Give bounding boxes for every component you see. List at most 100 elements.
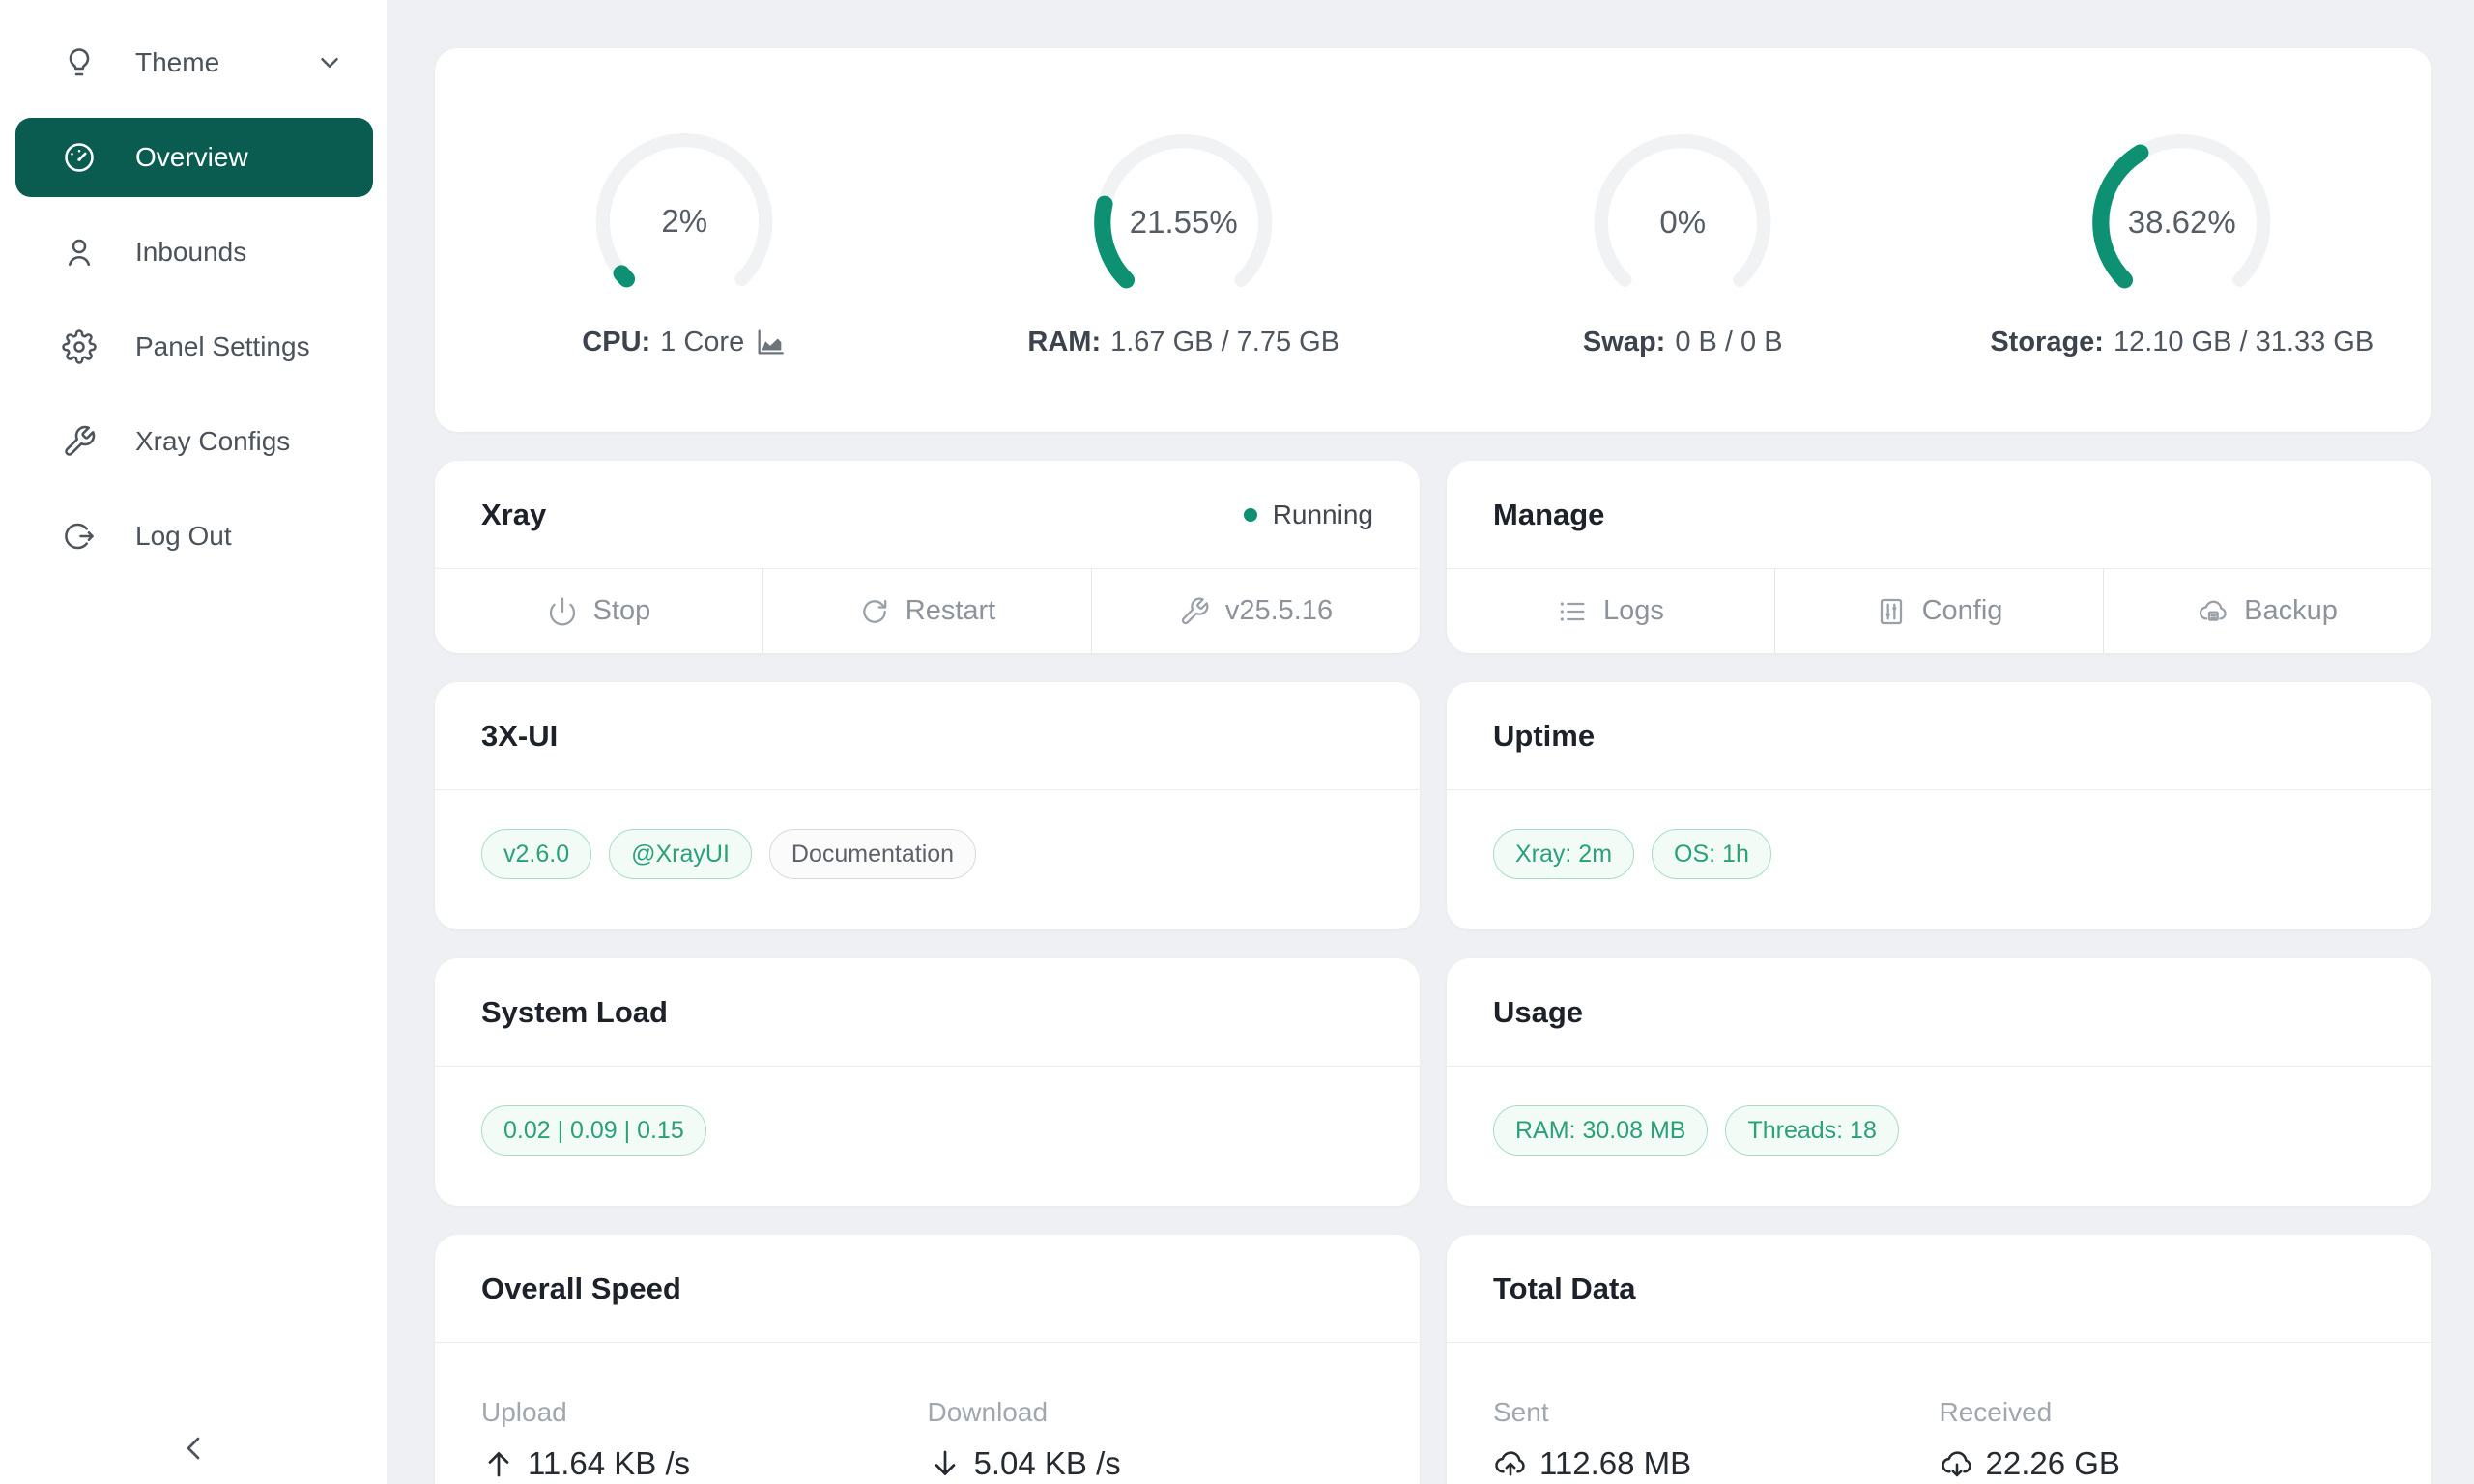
backup-button[interactable]: Backup	[2103, 569, 2431, 653]
manage-actions: Logs Config	[1447, 569, 2431, 653]
xui-tags: v2.6.0 @XrayUI Documentation	[435, 790, 1420, 929]
total-data-header: Total Data	[1447, 1235, 2431, 1343]
xray-card-title: Xray	[481, 498, 546, 532]
storage-percent: 38.62%	[2071, 204, 2293, 241]
download-value: 5.04 KB /s	[928, 1445, 1374, 1482]
xray-version-button[interactable]: v25.5.16	[1091, 569, 1420, 653]
overall-speed-title: Overall Speed	[481, 1271, 681, 1306]
manage-card-header: Manage	[1447, 461, 2431, 569]
running-status-dot	[1244, 508, 1257, 522]
sidebar-nav: Theme Overview	[0, 23, 387, 576]
sidebar-item-label: Panel Settings	[135, 331, 310, 362]
sliders-icon	[1876, 596, 1907, 627]
sidebar-item-xray-configs[interactable]: Xray Configs	[15, 402, 373, 481]
swap-gauge-arc: 0%	[1571, 123, 1794, 315]
sidebar-item-label: Overview	[135, 142, 248, 173]
version-tag[interactable]: v2.6.0	[481, 829, 591, 879]
ram-percent: 21.55%	[1073, 204, 1295, 241]
overall-speed-header: Overall Speed	[435, 1235, 1420, 1343]
usage-card-title: Usage	[1493, 995, 1583, 1030]
system-load-title: System Load	[481, 995, 668, 1030]
sidebar-item-overview[interactable]: Overview	[15, 118, 373, 197]
uptime-card: Uptime Xray: 2m OS: 1h	[1447, 682, 2431, 929]
sidebar-item-label: Inbounds	[135, 237, 246, 268]
sent-stat: Sent 112.68 MB	[1493, 1397, 1940, 1482]
row-load-usage: System Load 0.02 | 0.09 | 0.15 Usage RAM…	[435, 958, 2431, 1206]
cloud-upload-icon	[1493, 1446, 1528, 1481]
storage-gauge-arc: 38.62%	[2071, 123, 2293, 315]
stop-button[interactable]: Stop	[435, 569, 762, 653]
os-uptime-badge: OS: 1h	[1652, 829, 1771, 879]
storage-label: Storage: 12.10 GB / 31.33 GB	[1990, 327, 2373, 358]
received-stat: Received 22.26 GB	[1940, 1397, 2386, 1482]
total-data-card: Total Data Sent 112.68 MB	[1447, 1235, 2431, 1484]
gauge-icon	[62, 140, 97, 175]
swap-percent: 0%	[1571, 204, 1794, 241]
sidebar: Theme Overview	[0, 0, 387, 1484]
system-gauges-card: 2% CPU: 1 Core	[435, 48, 2431, 432]
row-xui-uptime: 3X-UI v2.6.0 @XrayUI Documentation Uptim…	[435, 682, 2431, 929]
sidebar-item-log-out[interactable]: Log Out	[15, 497, 373, 576]
gauge-cpu: 2% CPU: 1 Core	[435, 122, 935, 358]
restart-icon	[859, 596, 890, 627]
chevron-left-icon	[174, 1429, 213, 1470]
xray-status: Running	[1244, 499, 1373, 530]
cpu-percent: 2%	[573, 203, 795, 240]
usage-tags: RAM: 30.08 MB Threads: 18	[1447, 1067, 2431, 1206]
total-data-title: Total Data	[1493, 1271, 1636, 1306]
system-load-tags: 0.02 | 0.09 | 0.15	[435, 1067, 1420, 1206]
arrow-down-icon	[928, 1446, 963, 1481]
gauge-storage: 38.62% Storage: 12.10 GB / 31.33 GB	[1933, 123, 2432, 358]
data-stats: Sent 112.68 MB Received	[1447, 1343, 2431, 1484]
sidebar-collapse-button[interactable]	[0, 1429, 387, 1470]
speed-stats: Upload 11.64 KB /s Download	[435, 1343, 1420, 1484]
cloud-backup-icon	[2198, 596, 2229, 627]
sidebar-item-theme[interactable]: Theme	[15, 23, 373, 102]
main-content: 2% CPU: 1 Core	[387, 0, 2474, 1484]
arrow-up-icon	[481, 1446, 516, 1481]
row-speed-data: Overall Speed Upload 11.64 KB /s Downl	[435, 1235, 2431, 1484]
xrayui-link-tag[interactable]: @XrayUI	[609, 829, 752, 879]
system-load-header: System Load	[435, 958, 1420, 1067]
swap-label: Swap: 0 B / 0 B	[1583, 327, 1783, 358]
overall-speed-card: Overall Speed Upload 11.64 KB /s Downl	[435, 1235, 1420, 1484]
gear-icon	[62, 329, 97, 364]
xray-uptime-badge: Xray: 2m	[1493, 829, 1634, 879]
uptime-card-title: Uptime	[1493, 719, 1595, 754]
list-icon	[1557, 596, 1588, 627]
usage-card-header: Usage	[1447, 958, 2431, 1067]
app-root: Theme Overview	[0, 0, 2474, 1484]
cloud-download-icon	[1940, 1446, 1974, 1481]
config-button[interactable]: Config	[1774, 569, 2103, 653]
uptime-tags: Xray: 2m OS: 1h	[1447, 790, 2431, 929]
sidebar-item-panel-settings[interactable]: Panel Settings	[15, 307, 373, 386]
sidebar-item-label: Log Out	[135, 521, 232, 552]
xui-card: 3X-UI v2.6.0 @XrayUI Documentation	[435, 682, 1420, 929]
download-stat: Download 5.04 KB /s	[928, 1397, 1374, 1482]
upload-stat: Upload 11.64 KB /s	[481, 1397, 928, 1482]
sidebar-item-label: Theme	[135, 47, 219, 78]
documentation-link-tag[interactable]: Documentation	[769, 829, 976, 879]
lightbulb-icon	[62, 45, 97, 80]
sidebar-item-inbounds[interactable]: Inbounds	[15, 213, 373, 292]
upload-label: Upload	[481, 1397, 928, 1428]
sent-label: Sent	[1493, 1397, 1940, 1428]
ram-usage-badge: RAM: 30.08 MB	[1493, 1105, 1708, 1156]
sent-value: 112.68 MB	[1493, 1445, 1940, 1482]
logs-button[interactable]: Logs	[1447, 569, 1774, 653]
ram-label: RAM: 1.67 GB / 7.75 GB	[1027, 327, 1339, 358]
system-load-card: System Load 0.02 | 0.09 | 0.15	[435, 958, 1420, 1206]
cpu-label: CPU: 1 Core	[582, 326, 787, 358]
running-status-label: Running	[1273, 499, 1373, 530]
xray-card: Xray Running Stop	[435, 461, 1420, 653]
user-icon	[62, 235, 97, 270]
manage-card: Manage Logs	[1447, 461, 2431, 653]
wrench-icon	[62, 424, 97, 459]
sidebar-item-label: Xray Configs	[135, 426, 290, 457]
received-label: Received	[1940, 1397, 2386, 1428]
xray-card-header: Xray Running	[435, 461, 1420, 569]
cpu-gauge-arc: 2%	[573, 122, 795, 314]
threads-badge: Threads: 18	[1725, 1105, 1898, 1156]
restart-button[interactable]: Restart	[762, 569, 1091, 653]
area-chart-icon[interactable]	[754, 326, 787, 358]
